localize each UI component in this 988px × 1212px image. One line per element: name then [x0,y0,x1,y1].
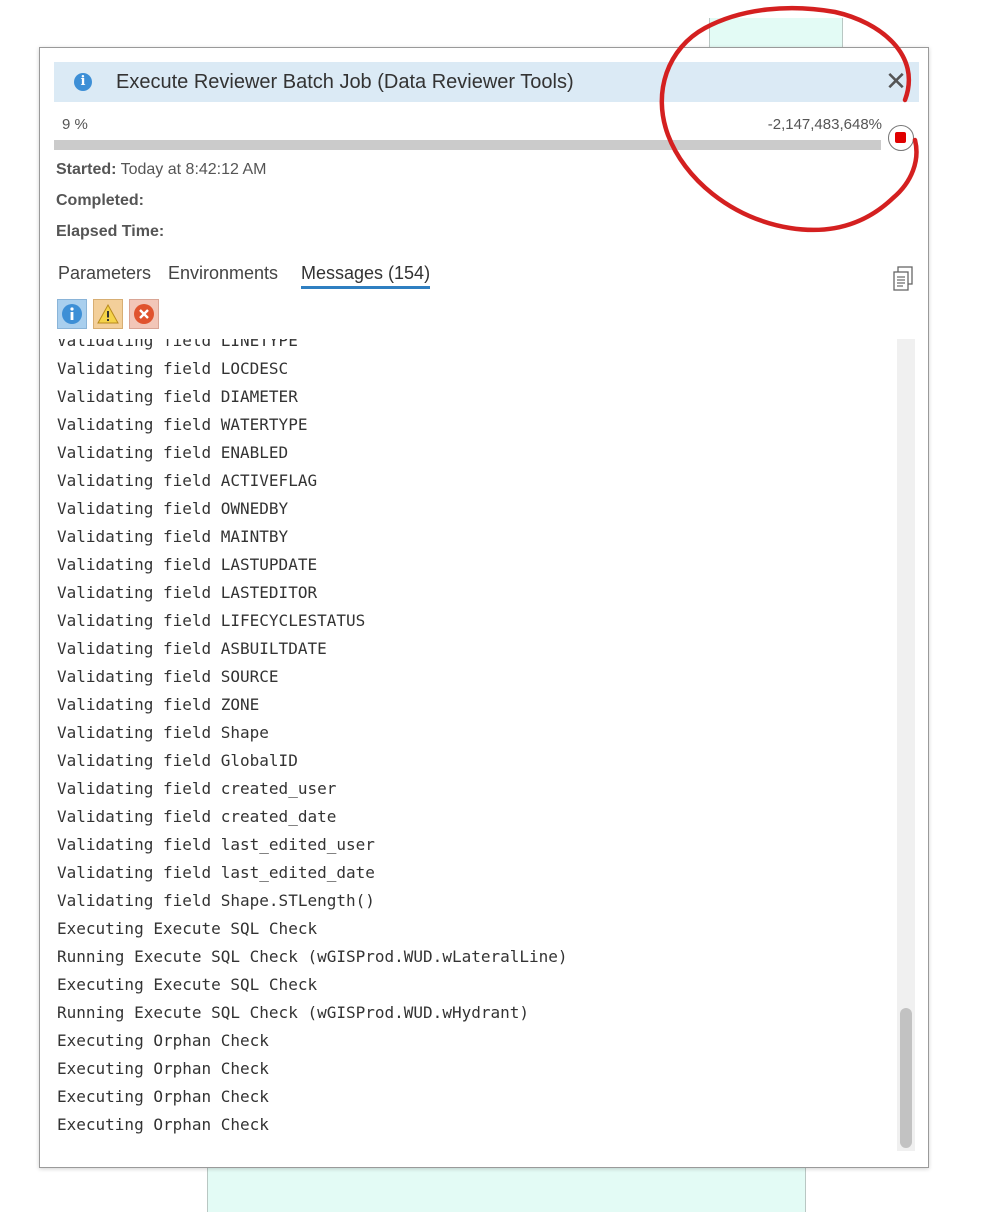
message-line: Validating field last_edited_date [57,863,375,882]
scrollbar-thumb[interactable] [900,1008,912,1148]
scrollbar[interactable] [897,339,915,1151]
started-value: Today at 8:42:12 AM [120,161,267,178]
stop-icon [895,132,906,143]
started-label: Started: [56,161,117,178]
message-line: Validating field LASTUPDATE [57,555,318,574]
started-row: Started: Today at 8:42:12 AM [56,161,266,179]
message-line: Validating field LASTEDITOR [57,583,318,602]
message-line: Executing Orphan Check [57,1059,269,1078]
info-icon [62,304,82,324]
dialog-titlebar: i Execute Reviewer Batch Job (Data Revie… [54,62,919,102]
message-line: Executing Orphan Check [57,1031,269,1050]
message-line: Executing Orphan Check [57,1087,269,1106]
message-line: Validating field LIFECYCLESTATUS [57,611,366,630]
tab-parameters[interactable]: Parameters [58,263,151,284]
message-line: Executing Execute SQL Check [57,919,318,938]
message-line: Validating field Shape.STLength() [57,891,375,910]
message-line: Validating field DIAMETER [57,387,298,406]
message-line: Validating field last_edited_user [57,835,375,854]
warning-icon [97,303,119,324]
completed-label: Completed: [56,192,144,209]
dialog-title: Execute Reviewer Batch Job (Data Reviewe… [116,71,574,93]
message-line: Validating field ASBUILTDATE [57,639,327,658]
progress-percent: 9 % [62,116,88,133]
message-line: Executing Execute SQL Check [57,975,318,994]
copy-icon[interactable] [892,266,916,292]
message-line: Validating field GlobalID [57,751,298,770]
elapsed-label: Elapsed Time: [56,223,165,240]
message-line: Validating field ACTIVEFLAG [57,471,318,490]
messages-panel: Validating field LINETYPE Validating fiel… [54,339,899,1149]
message-line: Validating field LOCDESC [57,359,289,378]
message-line: Validating field ENABLED [57,443,289,462]
message-line: Running Execute SQL Check (wGISProd.WUD.… [57,947,568,966]
progress-bar [54,140,881,150]
progress-bar-fill [54,140,881,150]
message-line: Validating field ZONE [57,695,260,714]
message-line: Validating field created_date [57,807,337,826]
filter-warning-button[interactable] [93,299,123,329]
message-line: Validating field LINETYPE [57,339,298,350]
completed-row: Completed: [56,192,144,210]
message-line: Validating field created_user [57,779,337,798]
progress-percent-overflow: -2,147,483,648% [767,116,882,133]
filter-info-button[interactable] [57,299,87,329]
filter-error-button[interactable] [129,299,159,329]
tab-environments[interactable]: Environments [168,263,278,284]
message-line: Running Execute SQL Check (wGISProd.WUD.… [57,1003,530,1022]
stop-button[interactable] [888,125,914,151]
message-line: Validating field Shape [57,723,269,742]
background-window-bottom [207,1166,806,1212]
message-line: Validating field MAINTBY [57,527,289,546]
message-line: Validating field SOURCE [57,667,279,686]
message-line: Executing Orphan Check [57,1115,269,1134]
message-line: Validating field WATERTYPE [57,415,308,434]
info-icon: i [74,73,92,91]
message-line: Validating field OWNEDBY [57,499,289,518]
close-button[interactable]: ✕ [881,66,911,96]
error-icon [134,304,154,324]
tab-messages[interactable]: Messages (154) [301,263,431,289]
progress-dialog: i Execute Reviewer Batch Job (Data Revie… [39,47,929,1168]
elapsed-row: Elapsed Time: [56,223,164,241]
messages-list: Validating field LINETYPE Validating fiel… [57,339,568,1139]
